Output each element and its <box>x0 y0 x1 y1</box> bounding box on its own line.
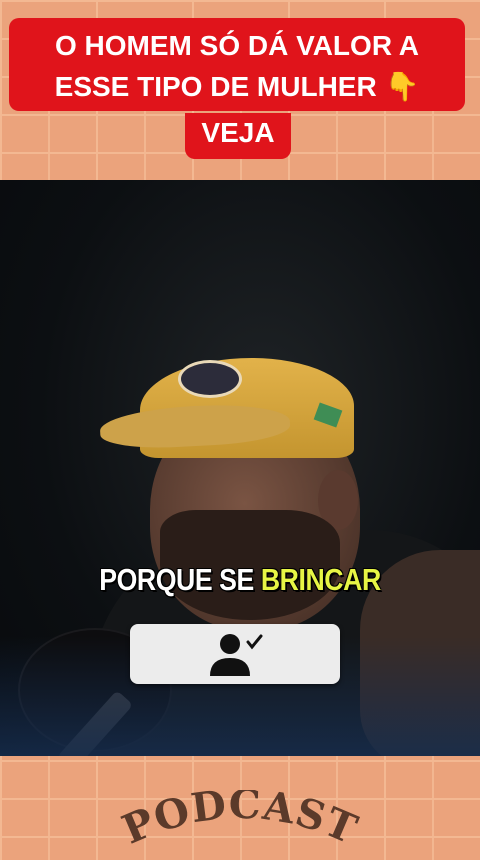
caption-yellow-text: BRINCAR <box>260 562 381 597</box>
user-check-icon <box>210 634 263 676</box>
follow-button[interactable] <box>130 624 340 684</box>
headline-line-2: ESSE TIPO DE MULHER 👇 <box>9 66 465 111</box>
headline-line-1: O HOMEM SÓ DÁ VALOR A <box>9 18 465 67</box>
caption-white-text: PORQUE SE <box>99 562 254 597</box>
headline-line-2-text: ESSE TIPO DE MULHER <box>54 71 377 102</box>
headline-line-1-text: O HOMEM SÓ DÁ VALOR A <box>55 30 419 61</box>
headline-line-3: VEJA <box>185 113 291 159</box>
cap-logo <box>178 360 242 398</box>
pointing-down-icon: 👇 <box>384 71 420 102</box>
svg-text:PODCAST: PODCAST <box>116 790 365 854</box>
video-caption: PORQUE SE BRINCAR <box>34 562 447 598</box>
podcast-brand: PODCAST <box>116 790 365 854</box>
headline-line-3-text: VEJA <box>201 117 275 148</box>
podcast-text: PODCAST <box>116 790 364 854</box>
